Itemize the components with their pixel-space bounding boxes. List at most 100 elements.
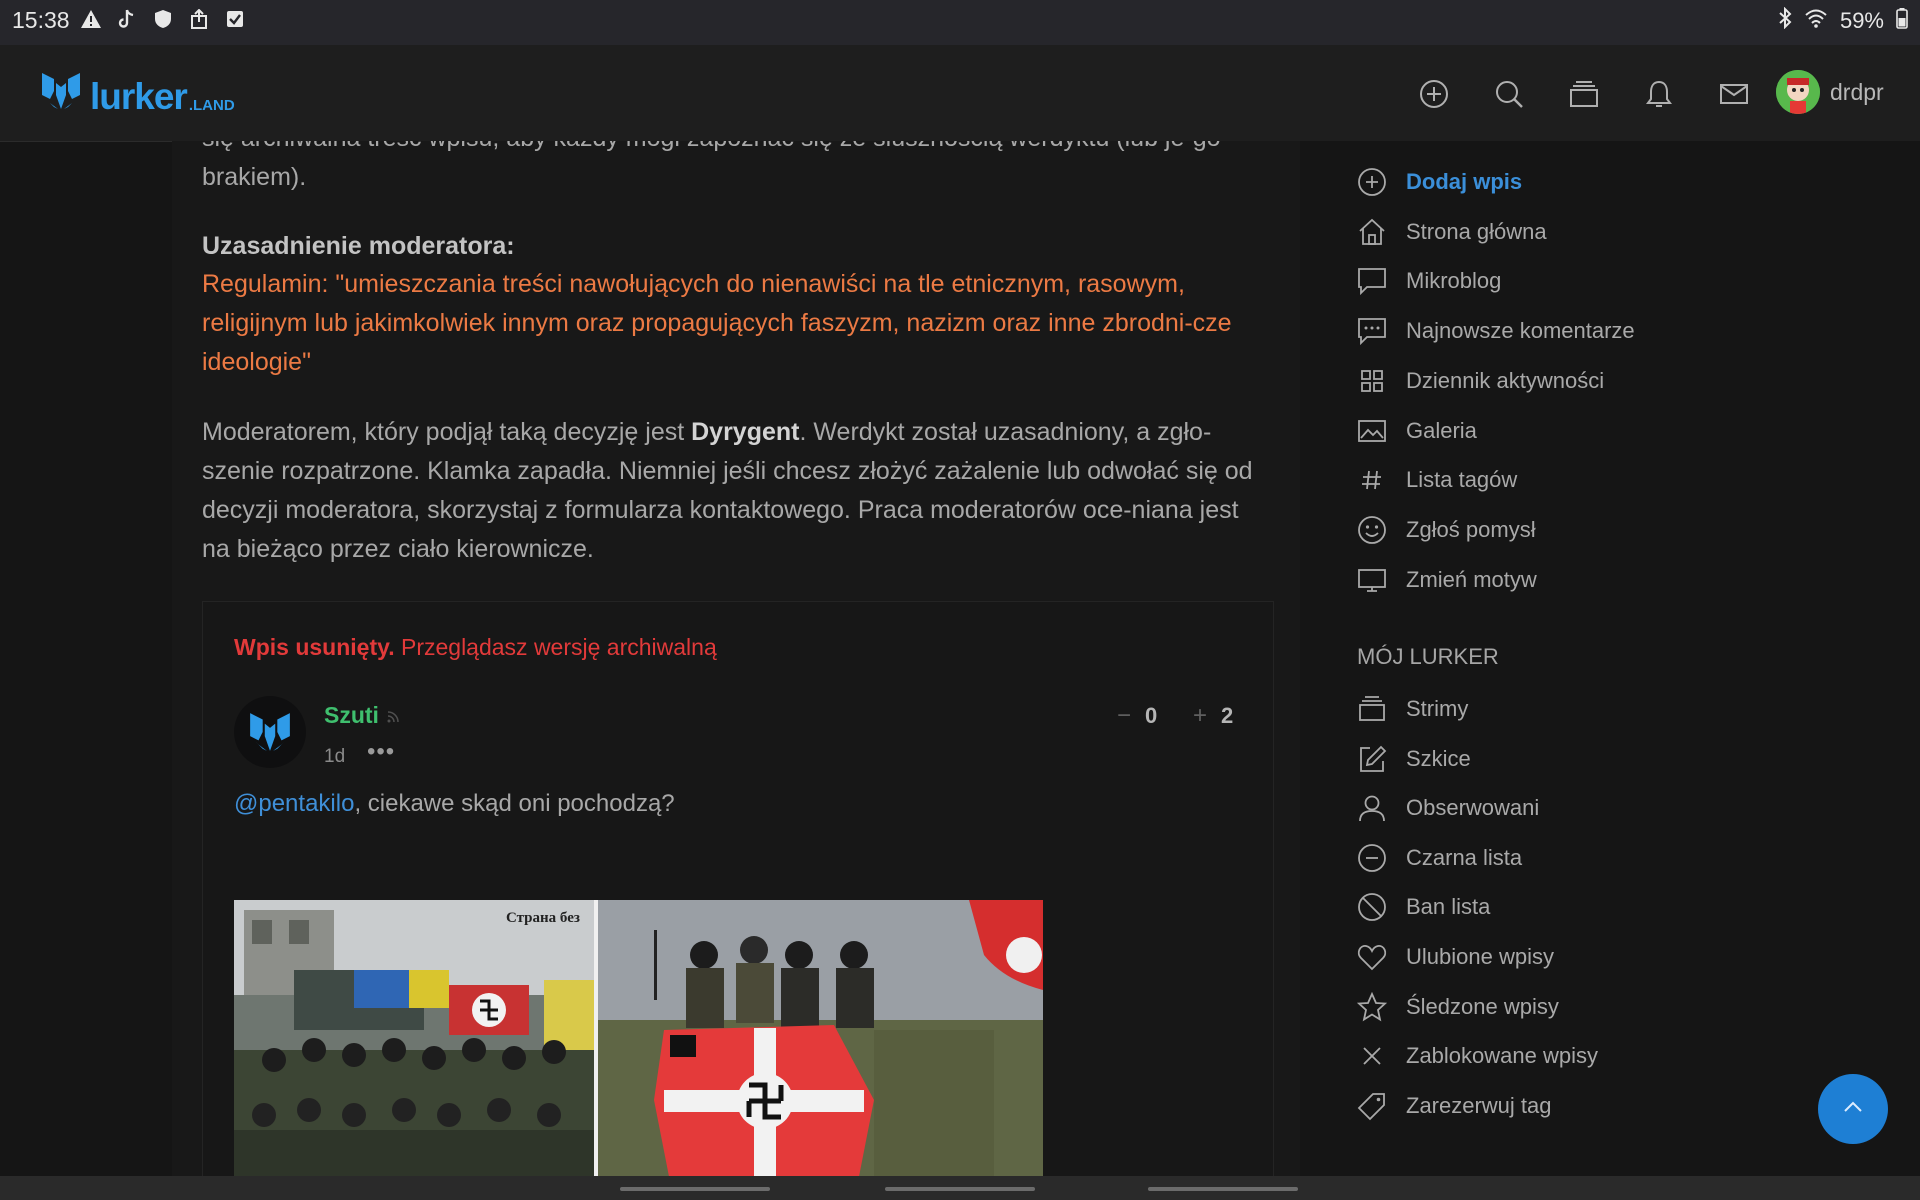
decision-text: Moderatorem, który podjął taką decyzję j… — [202, 413, 1272, 569]
sidebar-item-label: Zgłoś pomysł — [1406, 517, 1536, 542]
moderator-name: Dyrygent — [691, 418, 800, 446]
sidebar-item-tracked[interactable]: Śledzone wpisy — [1356, 987, 1559, 1027]
nav-pill[interactable] — [620, 1187, 770, 1191]
author-avatar[interactable] — [234, 696, 306, 768]
comments-icon — [1356, 315, 1388, 347]
system-navigation-bar — [0, 1176, 1920, 1200]
smile-icon — [1356, 514, 1388, 546]
sidebar-item-favorites[interactable]: Ulubione wpisy — [1356, 937, 1554, 977]
minus-icon: − — [1117, 702, 1132, 729]
site-header: lurker .LAND drdpr — [0, 45, 1920, 142]
star-icon — [1356, 991, 1388, 1023]
sidebar-item-label: Czarna lista — [1406, 845, 1523, 870]
notifications-icon[interactable] — [1621, 74, 1696, 114]
sidebar-item-label: Szkice — [1406, 746, 1471, 771]
streams-icon — [1356, 693, 1388, 725]
add-icon[interactable] — [1396, 74, 1471, 114]
nav-pill[interactable] — [885, 1187, 1035, 1191]
sidebar-item-suggest-idea[interactable]: Zgłoś pomysł — [1356, 510, 1536, 550]
user-mention[interactable]: @pentakilo — [234, 790, 354, 817]
sidebar-item-change-theme[interactable]: Zmień motyw — [1356, 560, 1537, 600]
chevron-up-icon — [1842, 1100, 1864, 1119]
regulation-text: Regulamin: "umieszczania treści nawołują… — [202, 270, 1232, 376]
shield-icon — [152, 8, 174, 30]
checkbox-icon — [224, 8, 246, 30]
author-name[interactable]: Szuti — [324, 702, 379, 729]
monitor-icon — [1356, 564, 1388, 596]
sidebar-item-label: Najnowsze komentarze — [1406, 318, 1635, 343]
archive-version-label: Przeglądasz wersję archiwalną — [394, 634, 717, 660]
my-lurker-heading: MÓJ LURKER — [1357, 644, 1499, 669]
sidebar-item-label: Strona główna — [1406, 219, 1547, 244]
battery-level: 59% — [1839, 8, 1884, 33]
sidebar-item-ban-list[interactable]: Ban lista — [1356, 887, 1490, 927]
logo-text: lurker — [90, 76, 188, 117]
ban-icon — [1356, 891, 1388, 923]
sidebar-item-followed[interactable]: Obserwowani — [1356, 788, 1539, 828]
user-menu[interactable]: drdpr — [1776, 70, 1884, 114]
grid-icon — [1356, 365, 1388, 397]
sidebar-item-gallery[interactable]: Galeria — [1356, 411, 1477, 451]
sidebar-item-label: Śledzone wpisy — [1406, 994, 1559, 1019]
deleted-notice: Wpis usunięty. Przeglądasz wersję archiw… — [234, 634, 717, 661]
sidebar-item-home[interactable]: Strona główna — [1356, 212, 1547, 252]
image-caption: Страна без — [506, 910, 580, 926]
more-options-icon[interactable]: ••• — [367, 738, 395, 766]
site-logo[interactable]: lurker .LAND — [38, 69, 235, 118]
sidebar-item-label: Dodaj wpis — [1406, 169, 1523, 194]
sidebar-item-activity-log[interactable]: Dziennik aktywności — [1356, 361, 1604, 401]
rss-icon[interactable] — [387, 710, 399, 726]
sidebar-item-label: Ulubione wpisy — [1406, 944, 1554, 969]
notification-icons — [80, 8, 246, 30]
sidebar-item-label: Strimy — [1406, 696, 1469, 721]
plus-circle-icon — [1356, 166, 1388, 198]
wifi-icon — [1804, 8, 1828, 34]
bluetooth-icon — [1778, 6, 1792, 35]
post-time[interactable]: 1d — [324, 746, 345, 768]
search-icon[interactable] — [1471, 74, 1546, 114]
sidebar-item-blacklist[interactable]: Czarna lista — [1356, 838, 1522, 878]
logo-suffix: .LAND — [188, 97, 235, 114]
speech-bubble-icon — [1356, 265, 1388, 297]
sidebar-item-drafts[interactable]: Szkice — [1356, 739, 1471, 779]
nav-pill[interactable] — [1148, 1187, 1298, 1191]
sidebar-item-blocked[interactable]: Zablokowane wpisy — [1356, 1036, 1598, 1076]
downvote-button[interactable]: − 0 — [1117, 702, 1157, 730]
sidebar-item-label: Zmień motyw — [1406, 567, 1537, 592]
tag-icon — [1356, 1090, 1388, 1122]
tiktok-icon — [116, 8, 138, 30]
sidebar-item-label: Obserwowani — [1406, 795, 1540, 820]
heart-icon — [1356, 941, 1388, 973]
moderator-reason-label: Uzasadnienie moderatora: — [202, 232, 515, 260]
streams-icon[interactable] — [1546, 74, 1621, 114]
logo-icon — [38, 69, 84, 118]
sidebar-item-add-post[interactable]: Dodaj wpis — [1356, 162, 1522, 202]
share-icon — [188, 8, 210, 30]
clock: 15:38 — [12, 7, 70, 33]
upvote-button[interactable]: + 2 — [1193, 702, 1233, 730]
sidebar-item-tag-list[interactable]: Lista tagów — [1356, 460, 1517, 500]
sidebar-item-reserve-tag[interactable]: Zarezerwuj tag — [1356, 1086, 1552, 1126]
post-text: , ciekawe skąd oni pochodzą? — [354, 790, 675, 817]
home-icon — [1356, 216, 1388, 248]
downvote-count: 0 — [1145, 703, 1158, 728]
sidebar-item-latest-comments[interactable]: Najnowsze komentarze — [1356, 311, 1635, 351]
sidebar: Dodaj wpis Strona główna Mikroblog Najno… — [1300, 141, 1920, 1176]
sidebar-item-microblog[interactable]: Mikroblog — [1356, 261, 1501, 301]
post-image[interactable]: Страна без — [234, 900, 1043, 1176]
sidebar-item-streams[interactable]: Strimy — [1356, 689, 1468, 729]
sidebar-item-label: Zablokowane wpisy — [1406, 1043, 1598, 1068]
minus-circle-icon — [1356, 842, 1388, 874]
archived-post: Wpis usunięty. Przeglądasz wersję archiw… — [202, 601, 1274, 1176]
decision-intro: Moderatorem, który podjął taką decyzję j… — [202, 418, 692, 446]
avatar — [1776, 70, 1820, 114]
battery-icon — [1896, 7, 1908, 35]
upvote-count: 2 — [1221, 703, 1234, 728]
sidebar-item-label: Zarezerwuj tag — [1406, 1093, 1552, 1118]
image-icon — [1356, 415, 1388, 447]
close-icon — [1356, 1040, 1388, 1072]
scroll-to-top-button[interactable] — [1818, 1074, 1888, 1144]
sidebar-item-label: Ban lista — [1406, 894, 1491, 919]
sidebar-item-label: Lista tagów — [1406, 467, 1518, 492]
messages-icon[interactable] — [1696, 74, 1771, 114]
